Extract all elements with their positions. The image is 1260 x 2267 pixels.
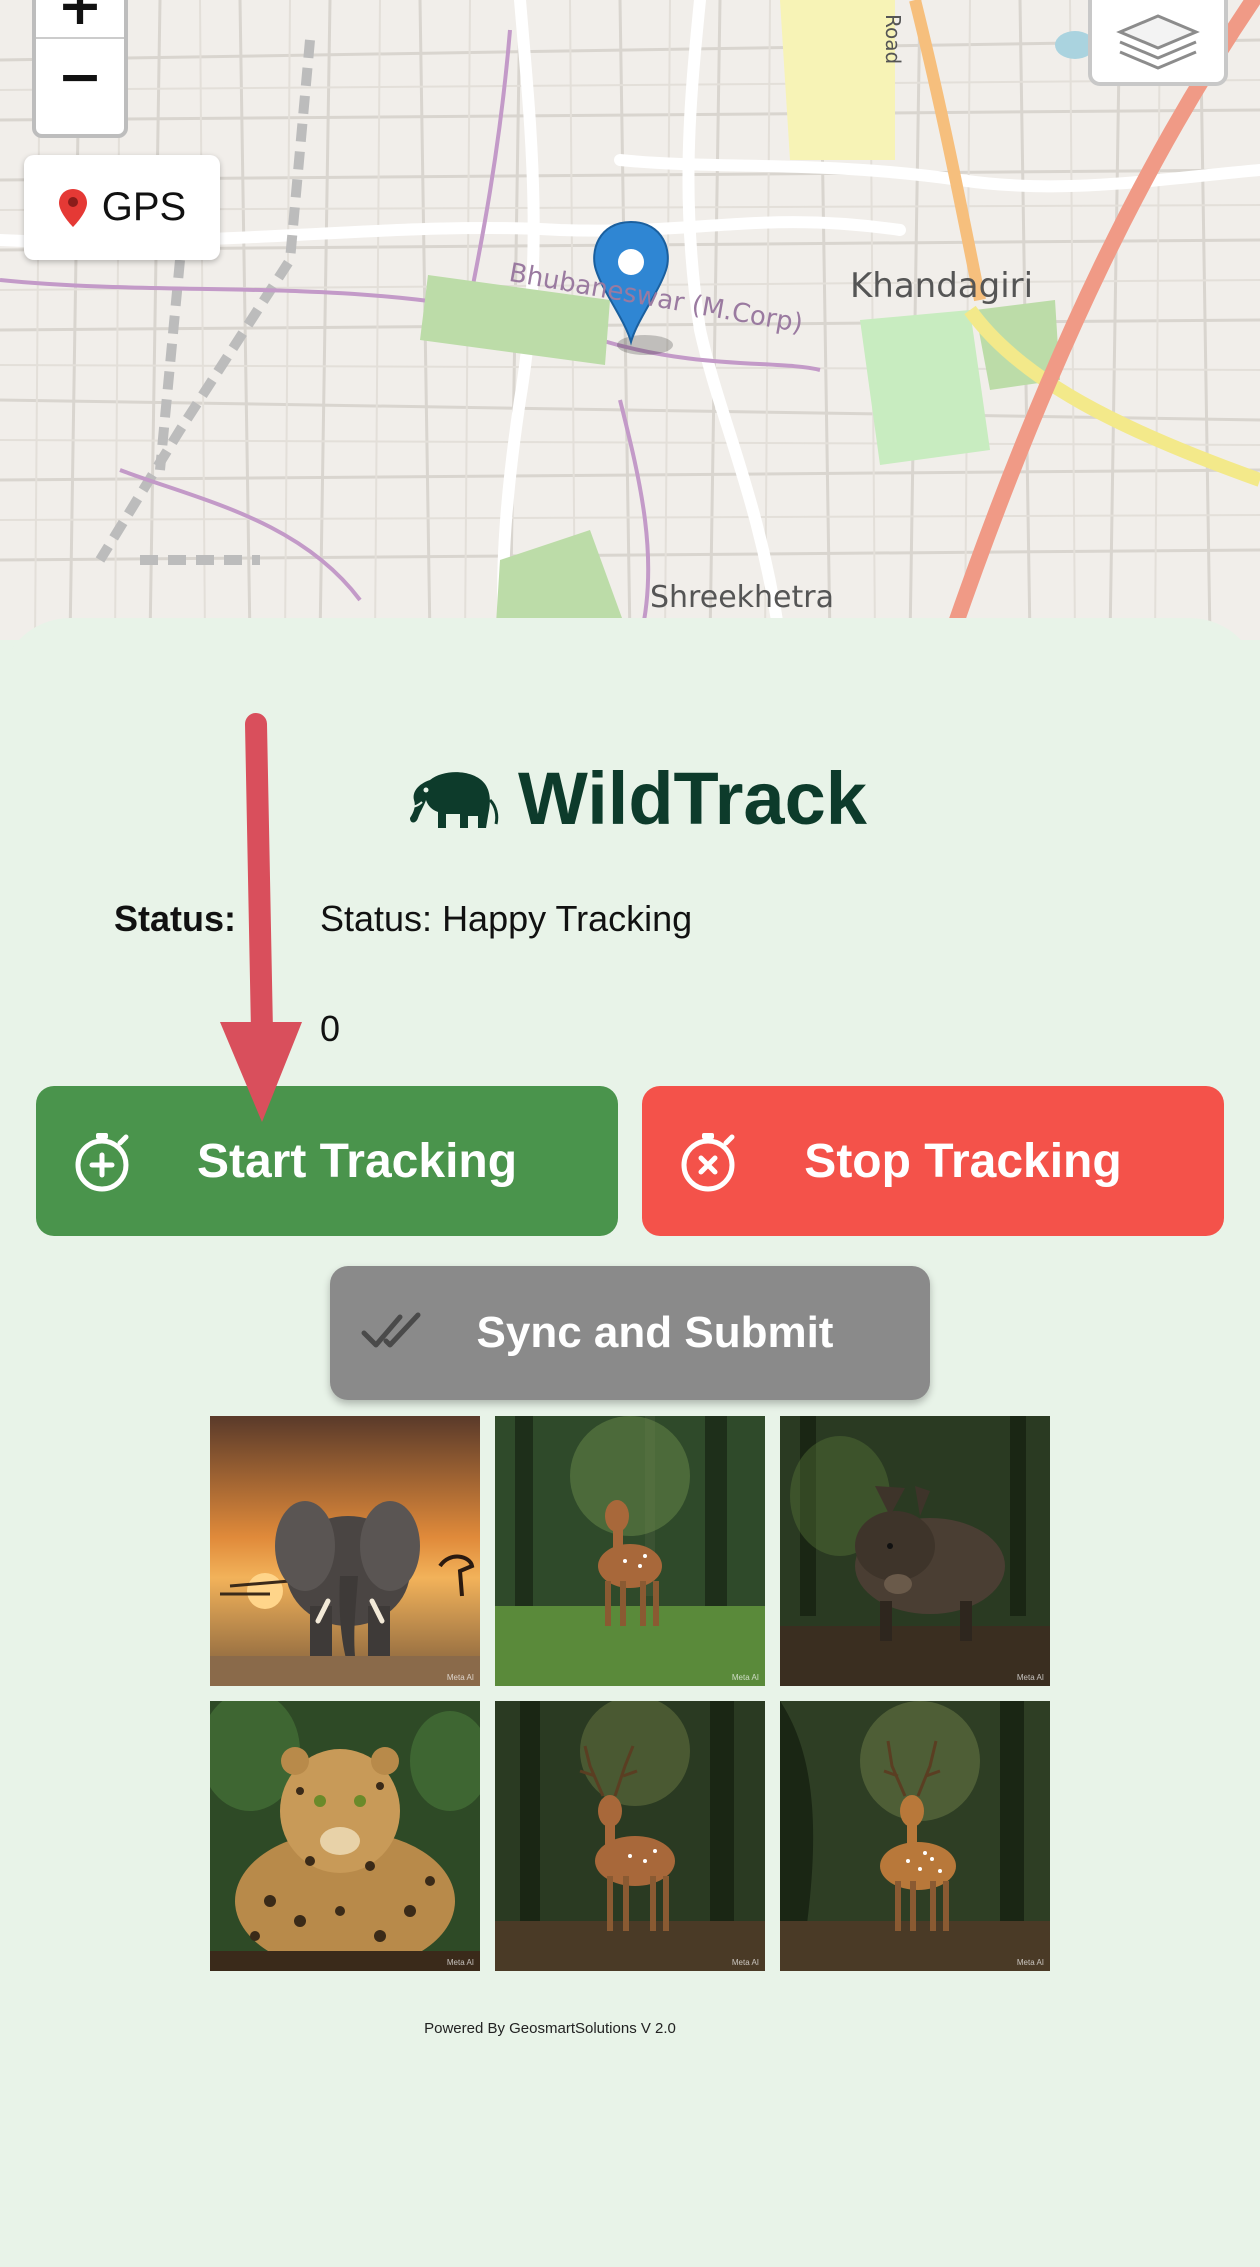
map-view[interactable]: Khandagiri Shreekhetra Bhubaneswar (M.Co…: [0, 0, 1260, 640]
sync-submit-label: Sync and Submit: [476, 1308, 834, 1357]
start-tracking-label: Start Tracking: [196, 1135, 518, 1188]
boar-photo: [780, 1416, 1050, 1686]
start-tracking-button[interactable]: Start Tracking: [36, 1086, 618, 1236]
pin-icon: [58, 188, 87, 227]
watermark: Meta AI: [731, 1673, 759, 1682]
layers-button[interactable]: [1088, 0, 1228, 86]
stop-tracking-button[interactable]: Stop Tracking: [642, 1086, 1224, 1236]
brand-header: WildTrack: [400, 756, 867, 841]
gallery-image-stag[interactable]: Meta AI: [495, 1701, 765, 1971]
watermark: Meta AI: [731, 1958, 759, 1967]
zoom-control: + −: [32, 0, 128, 138]
watermark: Meta AI: [1016, 1673, 1044, 1682]
gallery-image-spotted-deer[interactable]: Meta AI: [780, 1701, 1050, 1971]
watermark: Meta AI: [1016, 1958, 1044, 1967]
map-label-khandagiri: Khandagiri: [850, 266, 1034, 306]
map-label-road: Road: [881, 14, 905, 65]
gallery-image-deer[interactable]: Meta AI: [495, 1416, 765, 1686]
zoom-out-button[interactable]: −: [36, 39, 124, 114]
gallery-image-leopard[interactable]: Meta AI: [210, 1701, 480, 1971]
watermark: Meta AI: [446, 1958, 474, 1967]
app-title: WildTrack: [518, 757, 867, 840]
footer-powered-by: Powered By GeosmartSolutions V 2.0: [424, 2020, 676, 2037]
gps-button[interactable]: GPS: [24, 155, 220, 260]
zoom-in-button[interactable]: +: [36, 0, 124, 39]
stag-photo: [495, 1701, 765, 1971]
spotted-deer-photo: [780, 1701, 1050, 1971]
map-tiles: [0, 0, 1260, 640]
gallery-image-elephant[interactable]: Meta AI: [210, 1416, 480, 1686]
tracking-count: 0: [320, 1008, 341, 1049]
elephant-photo: [210, 1416, 480, 1686]
status-text: Status: Happy Tracking: [320, 898, 693, 939]
leopard-photo: [210, 1701, 480, 1971]
map-label-shreekhetra: Shreekhetra: [650, 580, 834, 615]
deer-photo: [495, 1416, 765, 1686]
animal-gallery: Meta AI Meta AI Meta AI Meta AI Meta AI …: [210, 1416, 1050, 1971]
sync-submit-button[interactable]: Sync and Submit: [330, 1266, 930, 1400]
elephant-icon: [407, 771, 499, 828]
tracking-panel: WildTrack Status: Status: Happy Tracking…: [0, 618, 1260, 2267]
layers-icon: [1116, 14, 1200, 70]
gps-label: GPS: [101, 185, 187, 229]
watermark: Meta AI: [446, 1673, 474, 1682]
gallery-image-boar[interactable]: Meta AI: [780, 1416, 1050, 1686]
stop-tracking-label: Stop Tracking: [804, 1135, 1122, 1188]
annotation-arrow: [220, 713, 302, 1122]
